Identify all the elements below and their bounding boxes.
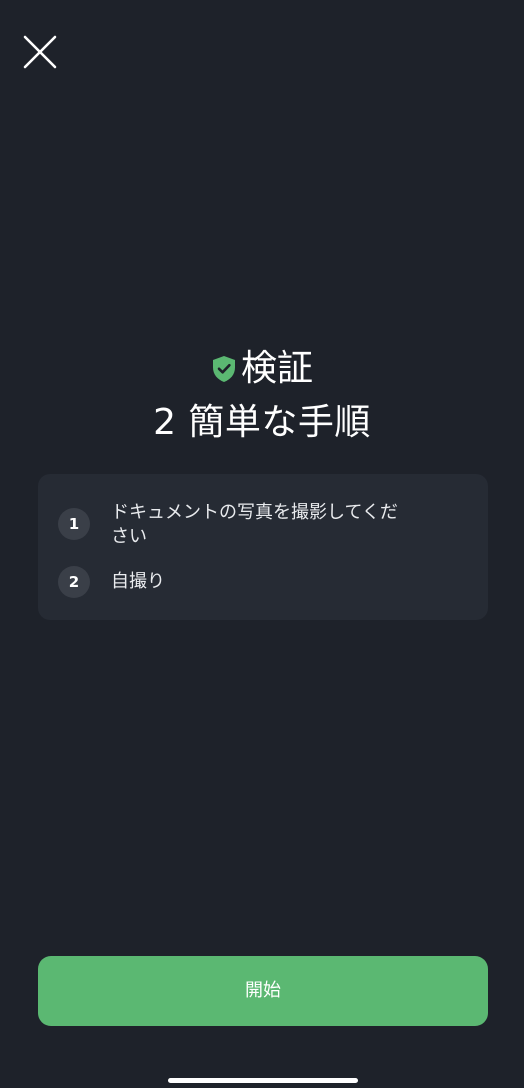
start-button[interactable]: 開始 (38, 956, 488, 1026)
step-number-badge: 1 (58, 508, 90, 540)
home-indicator (168, 1078, 358, 1083)
step-label: ドキュメントの写真を撮影してください (111, 502, 398, 547)
page-title-row: 検証 (0, 343, 524, 395)
page-subtitle: 2 簡単な手順 (153, 402, 371, 443)
verification-intro-screen: 検証 2 簡単な手順 1 ドキュメントの写真を撮影してください 2 自撮り 開始 (0, 0, 524, 1088)
shield-check-icon (211, 355, 237, 383)
page-title: 検証 (240, 348, 313, 389)
header: 検証 2 簡単な手順 (0, 343, 524, 450)
steps-card: 1 ドキュメントの写真を撮影してください 2 自撮り (38, 474, 488, 620)
step-number-badge: 2 (58, 566, 90, 598)
close-icon (23, 35, 57, 69)
step-label: 自撮り (111, 571, 165, 592)
close-button[interactable] (16, 28, 64, 76)
